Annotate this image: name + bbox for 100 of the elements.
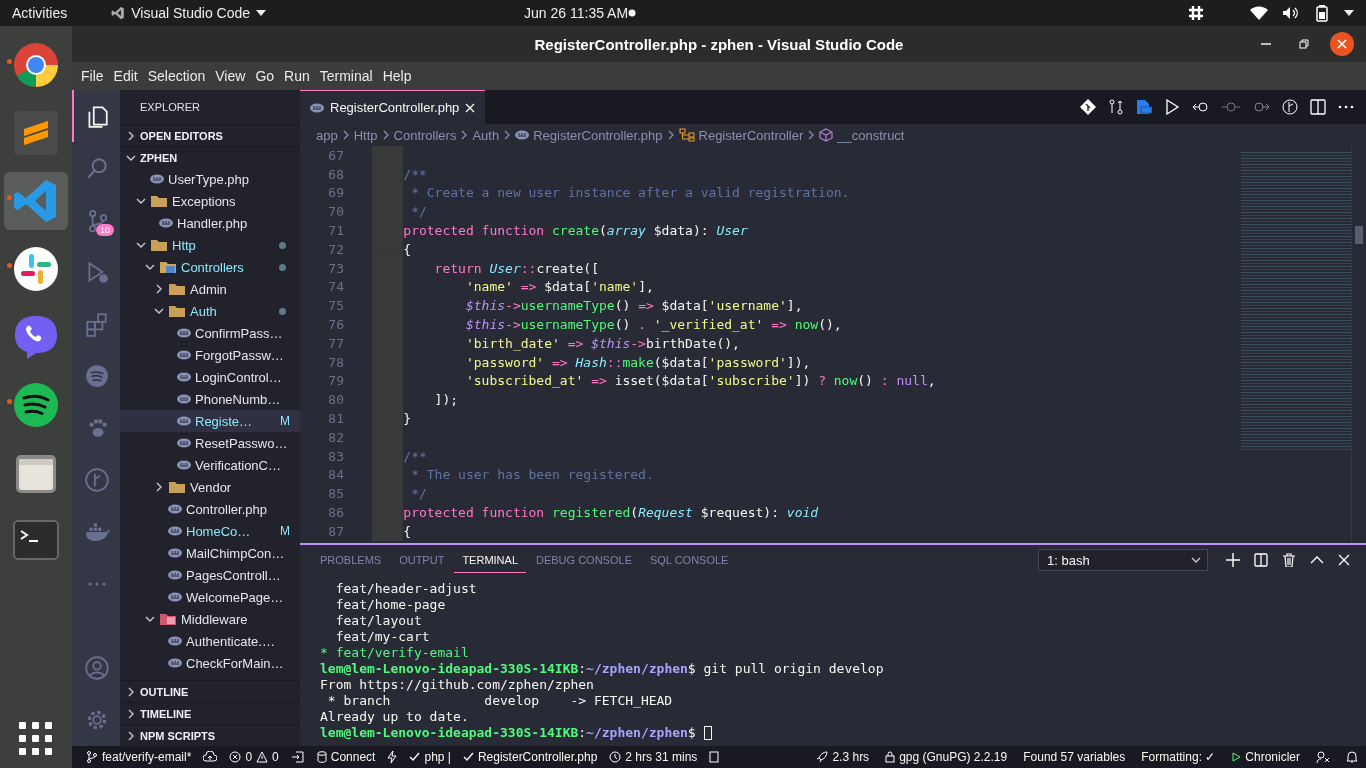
music-circle-icon bbox=[12, 381, 60, 429]
compare-changes-icon[interactable] bbox=[1108, 99, 1124, 115]
menu-item[interactable]: Selection bbox=[142, 68, 211, 84]
tree-item[interactable]: Admin bbox=[120, 278, 300, 300]
menu-item[interactable]: Edit bbox=[108, 68, 143, 84]
breadcrumb[interactable]: __construct bbox=[837, 127, 905, 143]
tree-item[interactable]: ResetPasswo… bbox=[120, 432, 300, 454]
editor-tab[interactable]: RegisterController.php bbox=[300, 90, 486, 124]
breadcrumb[interactable]: Http bbox=[353, 127, 378, 143]
lightning-icon[interactable] bbox=[387, 751, 398, 763]
diamond-icon[interactable] bbox=[1080, 99, 1096, 115]
activities-button[interactable]: Activities bbox=[12, 5, 68, 21]
split-terminal-icon[interactable] bbox=[1254, 553, 1268, 567]
feedback-icon[interactable] bbox=[1316, 750, 1330, 764]
menu-item[interactable]: Help bbox=[377, 68, 417, 84]
trash-icon[interactable] bbox=[1282, 553, 1296, 567]
line-number: 67 bbox=[327, 147, 344, 163]
panel-tab[interactable]: TERMINAL bbox=[454, 547, 526, 573]
cloud-upload-icon[interactable] bbox=[203, 751, 218, 763]
run-icon[interactable] bbox=[1164, 99, 1180, 115]
tree-item[interactable]: Auth bbox=[120, 300, 300, 322]
tree-item[interactable]: Handler.php bbox=[120, 212, 300, 234]
breadcrumb[interactable]: RegisterController bbox=[698, 127, 804, 143]
tree-item[interactable]: HomeCo… M bbox=[120, 520, 300, 542]
tree-item[interactable]: VerificationC… bbox=[120, 454, 300, 476]
tree-item[interactable]: Controllers bbox=[120, 256, 300, 278]
file-icon bbox=[177, 394, 191, 404]
tree-item[interactable]: Exceptions bbox=[120, 190, 300, 212]
panel-tab[interactable]: PROBLEMS bbox=[312, 547, 390, 573]
apps-grid-icon[interactable] bbox=[19, 722, 53, 756]
menu-item[interactable]: Go bbox=[250, 68, 280, 84]
connect-status[interactable]: Connect bbox=[316, 750, 376, 764]
menu-item[interactable]: View bbox=[210, 68, 251, 84]
sign-in-icon[interactable] bbox=[290, 751, 305, 763]
extensions-icon bbox=[84, 311, 110, 337]
tree-item[interactable]: WelcomePage… bbox=[120, 586, 300, 608]
branch-icon bbox=[86, 751, 98, 763]
close-button[interactable] bbox=[1330, 32, 1354, 56]
formatting-status[interactable]: Formatting: ✓ bbox=[1141, 750, 1216, 764]
panel-tab[interactable]: DEBUG CONSOLE bbox=[528, 547, 640, 573]
terminal-dropdown[interactable]: 1: bash bbox=[1038, 549, 1208, 571]
branch-graph-icon[interactable] bbox=[1282, 99, 1298, 115]
breadcrumb[interactable]: RegisterController.php bbox=[533, 127, 663, 143]
check-icon bbox=[462, 752, 474, 762]
line-number: 72 bbox=[327, 241, 344, 257]
more-icon[interactable] bbox=[1338, 105, 1354, 109]
file-icon bbox=[150, 174, 164, 184]
gpg-status[interactable]: gpg (GnuPG) 2.2.19 bbox=[885, 750, 1008, 764]
tree-item[interactable]: Controller.php bbox=[120, 498, 300, 520]
file-icon bbox=[310, 102, 324, 113]
tree-item[interactable]: PhoneNumb… bbox=[120, 388, 300, 410]
chronicler-status[interactable]: Chronicler bbox=[1231, 750, 1300, 764]
terminal-icon[interactable] bbox=[709, 751, 720, 763]
panel-tab[interactable]: OUTPUT bbox=[391, 547, 453, 573]
close-icon bbox=[1336, 38, 1348, 50]
tree-item[interactable]: Http bbox=[120, 234, 300, 256]
menu-item[interactable]: Run bbox=[279, 68, 315, 84]
tree-item[interactable]: Authenticate.… bbox=[120, 630, 300, 652]
tree-item[interactable]: LoginControl… bbox=[120, 366, 300, 388]
breadcrumb[interactable]: app bbox=[316, 127, 338, 143]
tree-item[interactable]: PagesControll… bbox=[120, 564, 300, 586]
line-number: 70 bbox=[327, 204, 344, 220]
problems-status[interactable]: 0 0 bbox=[229, 750, 279, 764]
hours-status[interactable]: 2.3 hrs bbox=[816, 750, 870, 764]
tree-item[interactable]: ConfirmPass… bbox=[120, 322, 300, 344]
terminal-line: feat/home-page bbox=[334, 597, 446, 613]
bell-icon[interactable] bbox=[1346, 750, 1358, 764]
file-status[interactable]: RegisterController.php bbox=[462, 750, 598, 764]
session-time[interactable]: 2 hrs 31 mins bbox=[609, 750, 698, 764]
file-icon bbox=[177, 328, 191, 338]
variables-status[interactable]: Found 57 variables bbox=[1023, 750, 1126, 764]
menu-item[interactable]: Terminal bbox=[314, 68, 378, 84]
tree-item[interactable]: MailChimpCon… bbox=[120, 542, 300, 564]
next-change-icon[interactable] bbox=[1252, 99, 1270, 115]
close-icon[interactable] bbox=[465, 102, 476, 113]
tree-item[interactable]: ForgotPassw… bbox=[120, 344, 300, 366]
breadcrumb[interactable]: Auth bbox=[472, 127, 500, 143]
commit-icon[interactable] bbox=[1222, 99, 1240, 115]
tree-item[interactable]: UserType.php bbox=[120, 168, 300, 190]
document-icon[interactable] bbox=[1136, 99, 1152, 115]
scrollbar-thumb[interactable] bbox=[1355, 226, 1363, 244]
plus-icon[interactable] bbox=[1226, 553, 1240, 567]
clock[interactable]: Jun 26 11:35 AM bbox=[524, 5, 629, 21]
panel-tab[interactable]: SQL CONSOLE bbox=[641, 547, 737, 573]
terminal-line: From https://github.com/zphen/zphen bbox=[320, 677, 594, 693]
breadcrumb[interactable]: Controllers bbox=[393, 127, 457, 143]
app-menu[interactable]: Visual Studio Code bbox=[111, 5, 267, 21]
branch-status[interactable]: feat/verify-email* bbox=[86, 750, 192, 764]
folder-icon bbox=[168, 282, 186, 296]
split-editor-icon[interactable] bbox=[1310, 99, 1326, 115]
terminal-line: * branch develop -> FETCH_HEAD bbox=[326, 693, 673, 709]
tree-item[interactable]: CheckForMain… bbox=[120, 652, 300, 674]
menu-item[interactable]: File bbox=[76, 68, 109, 84]
language-status[interactable]: php | bbox=[409, 750, 451, 764]
chevron-up-icon[interactable] bbox=[1310, 555, 1324, 565]
tree-item[interactable]: Registe… M bbox=[120, 410, 300, 432]
browser-icon bbox=[12, 41, 60, 89]
previous-change-icon[interactable] bbox=[1192, 99, 1210, 115]
tree-item[interactable]: Vendor bbox=[120, 476, 300, 498]
tree-item[interactable]: Middleware bbox=[120, 608, 300, 630]
